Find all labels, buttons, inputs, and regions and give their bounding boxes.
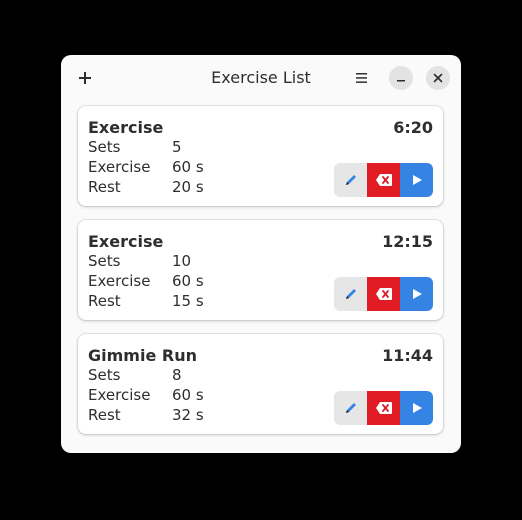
edit-button[interactable] [334,391,367,425]
sets-label: Sets [88,366,121,384]
start-button[interactable] [400,163,433,197]
exercise-label: Exercise [88,386,151,404]
exercise-name: Exercise [88,232,164,251]
sets-label: Sets [88,138,121,156]
pencil-icon [345,403,356,413]
card-actions [334,391,433,425]
exercise-label: Exercise [88,158,151,176]
rest-value: 20 s [172,178,204,196]
rest-label: Rest [88,406,121,424]
sets-label: Sets [88,252,121,270]
delete-button[interactable] [367,391,400,425]
play-icon [412,403,422,413]
delete-button[interactable] [367,163,400,197]
exercise-card: Gimmie Run 11:44 Sets 8 Exercise 60 s Re… [78,334,443,434]
backspace-delete-icon [375,402,392,414]
total-duration: 6:20 [393,118,433,137]
exercise-value: 60 s [172,272,204,290]
sets-value: 5 [172,138,182,156]
start-button[interactable] [400,391,433,425]
edit-button[interactable] [334,163,367,197]
close-button[interactable] [426,66,450,90]
exercise-name: Gimmie Run [88,346,197,365]
pencil-icon [345,175,356,185]
headerbar: Exercise List [61,55,461,101]
exercise-card: Exercise 6:20 Sets 5 Exercise 60 s Rest … [78,106,443,206]
backspace-delete-icon [375,288,392,300]
minimize-button[interactable] [389,66,413,90]
total-duration: 11:44 [382,346,433,365]
rest-value: 15 s [172,292,204,310]
card-actions [334,277,433,311]
exercise-value: 60 s [172,158,204,176]
exercise-label: Exercise [88,272,151,290]
rest-label: Rest [88,292,121,310]
rest-value: 32 s [172,406,204,424]
total-duration: 12:15 [382,232,433,251]
start-button[interactable] [400,277,433,311]
menu-button[interactable] [350,66,372,90]
play-icon [412,289,422,299]
play-icon [412,175,422,185]
backspace-delete-icon [375,174,392,186]
sets-value: 10 [172,252,192,270]
exercise-card: Exercise 12:15 Sets 10 Exercise 60 s Res… [78,220,443,320]
hamburger-menu-icon [355,73,367,83]
edit-button[interactable] [334,277,367,311]
app-window: Exercise List Exercise 6:20 Sets 5 Exerc… [61,55,461,453]
rest-label: Rest [88,178,121,196]
exercise-name: Exercise [88,118,164,137]
sets-value: 8 [172,366,182,384]
exercise-value: 60 s [172,386,204,404]
minimize-icon [397,80,405,82]
card-actions [334,163,433,197]
delete-button[interactable] [367,277,400,311]
close-icon [433,73,443,83]
pencil-icon [345,289,356,299]
